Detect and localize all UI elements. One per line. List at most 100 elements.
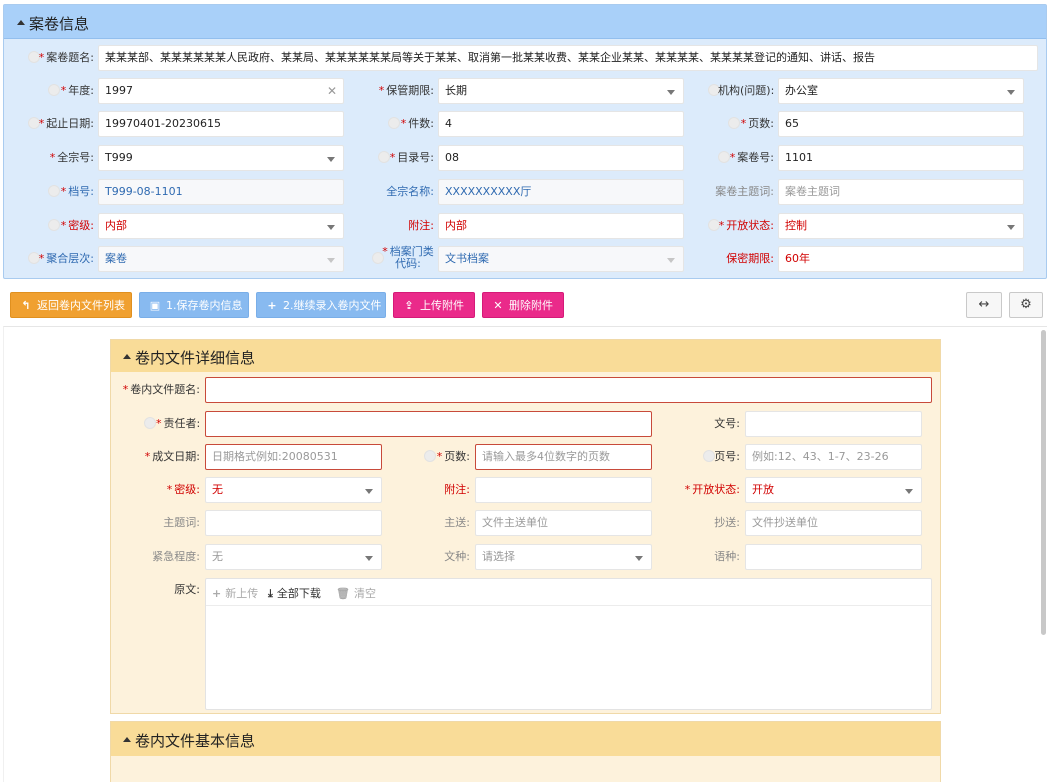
- date-range-field[interactable]: 19970401-20230615: [98, 111, 344, 137]
- save-button[interactable]: ▣ 1.保存卷内信息: [139, 292, 249, 318]
- chevron-down-icon: [667, 258, 675, 263]
- chevron-down-icon: [905, 489, 913, 494]
- basic-info-header[interactable]: 卷内文件基本信息: [111, 722, 940, 756]
- trash-icon: 🗑: [336, 587, 350, 600]
- continue-entry-button[interactable]: +2.继续录入卷内文件: [256, 292, 386, 318]
- scrollbar[interactable]: [1041, 330, 1046, 635]
- save-icon: ▣: [149, 299, 161, 312]
- retention-select[interactable]: 长期: [438, 78, 684, 104]
- panel-title: 案卷信息: [29, 15, 90, 33]
- catalog-field[interactable]: 08: [438, 145, 684, 171]
- new-upload-button[interactable]: + 新上传: [212, 585, 258, 601]
- org-label: 机构(问题):: [718, 84, 775, 97]
- detail-secret-label: * 密级:: [166, 483, 200, 496]
- close-icon: ✕: [493, 299, 503, 312]
- catalog-label: * 目录号:: [389, 151, 434, 164]
- note-field[interactable]: 内部: [438, 213, 684, 239]
- main-send-label: 主送:: [444, 516, 470, 529]
- collapse-icon[interactable]: [123, 737, 131, 742]
- volume-field[interactable]: 1101: [778, 145, 1024, 171]
- detail-secret-select[interactable]: 无: [205, 477, 382, 503]
- delete-attachment-button[interactable]: ✕ 删除附件: [482, 292, 564, 318]
- secret-select[interactable]: 内部: [98, 213, 344, 239]
- level-select: 案卷: [98, 246, 344, 272]
- chevron-down-icon: [1007, 225, 1015, 230]
- doc-type-select[interactable]: 请选择: [475, 544, 652, 570]
- pages-label: * 页数:: [740, 117, 774, 130]
- archive-info-header[interactable]: 案卷信息: [4, 5, 1046, 39]
- collapse-icon[interactable]: [17, 20, 25, 25]
- detail-header[interactable]: 卷内文件详细信息: [111, 340, 940, 372]
- archive-no-field: T999-08-1101: [98, 179, 344, 205]
- clear-icon[interactable]: ✕: [327, 79, 337, 103]
- upload-attachment-button[interactable]: ⇪ 上传附件: [393, 292, 475, 318]
- download-icon: ⤓: [268, 587, 273, 600]
- fonds-label: * 全宗号:: [49, 151, 94, 164]
- file-title-label: * 案卷题名:: [38, 51, 94, 64]
- chevron-down-icon: [327, 258, 335, 263]
- subject-field[interactable]: 案卷主题词: [778, 179, 1024, 205]
- back-to-list-button[interactable]: ↰ 返回卷内文件列表: [10, 292, 132, 318]
- urgency-label: 紧急程度:: [152, 550, 200, 563]
- pages-field[interactable]: 65: [778, 111, 1024, 137]
- org-select[interactable]: 办公室: [778, 78, 1024, 104]
- detail-title: 卷内文件详细信息: [135, 349, 256, 367]
- chevron-down-icon: [667, 90, 675, 95]
- secret-period-field[interactable]: 60年: [778, 246, 1024, 272]
- original-upload-box[interactable]: + 新上传 ⤓ 全部下载 🗑 清空: [205, 578, 932, 710]
- doc-no-label: 文号:: [714, 417, 740, 430]
- detail-note-field[interactable]: [475, 477, 652, 503]
- file-title-field[interactable]: 某某某部、某某某某某某人民政府、某某局、某某某某某某局等关于某某、取消第一批某某…: [98, 45, 1038, 71]
- language-field[interactable]: [745, 544, 922, 570]
- open-status-label: * 开放状态:: [718, 219, 774, 232]
- chevron-down-icon: [635, 556, 643, 561]
- language-label: 语种:: [714, 550, 740, 563]
- category-label: * 档案门类 代码:: [382, 245, 434, 270]
- download-all-button[interactable]: ⤓ 全部下载: [268, 585, 321, 601]
- chevron-down-icon: [1007, 90, 1015, 95]
- secret-label: * 密级:: [60, 219, 94, 232]
- archive-no-label: * 档号:: [60, 185, 94, 198]
- cc-field[interactable]: 文件抄送单位: [745, 510, 922, 536]
- cc-label: 抄送:: [714, 516, 740, 529]
- back-arrow-icon: ↰: [21, 299, 31, 312]
- detail-open-status-select[interactable]: 开放: [745, 477, 922, 503]
- page-no-field[interactable]: 例如:12、43、1-7、23-26: [745, 444, 922, 470]
- chevron-down-icon: [327, 225, 335, 230]
- count-field[interactable]: 4: [438, 111, 684, 137]
- year-field[interactable]: 1997 ✕: [98, 78, 344, 104]
- fonds-select[interactable]: T999: [98, 145, 344, 171]
- clear-button[interactable]: 🗑 清空: [336, 585, 376, 601]
- year-label: * 年度:: [60, 84, 94, 97]
- category-select: 文书档案: [438, 246, 684, 272]
- page-no-label: 页号:: [714, 450, 740, 463]
- doc-type-label: 文种:: [444, 550, 470, 563]
- plus-icon: +: [267, 299, 277, 312]
- detail-pages-field[interactable]: 请输入最多4位数字的页数: [475, 444, 652, 470]
- collapse-icon[interactable]: [123, 354, 131, 359]
- settings-button[interactable]: ⚙: [1009, 292, 1043, 318]
- retention-label: * 保管期限:: [378, 84, 434, 97]
- basic-info-title: 卷内文件基本信息: [135, 732, 256, 750]
- detail-note-label: 附注:: [444, 483, 470, 496]
- chevron-down-icon: [365, 556, 373, 561]
- date-field[interactable]: 日期格式例如:20080531: [205, 444, 382, 470]
- chevron-down-icon: [327, 157, 335, 162]
- horizontal-arrows-icon: ↔: [978, 297, 990, 312]
- secret-period-label: 保密期限:: [726, 252, 774, 265]
- upload-toolbar: + 新上传 ⤓ 全部下载 🗑 清空: [206, 579, 931, 606]
- doc-title-field[interactable]: [205, 377, 932, 403]
- open-status-select[interactable]: 控制: [778, 213, 1024, 239]
- detail-subject-field[interactable]: [205, 510, 382, 536]
- date-range-label: * 起止日期:: [38, 117, 94, 130]
- main-send-field[interactable]: 文件主送单位: [475, 510, 652, 536]
- urgency-select[interactable]: 无: [205, 544, 382, 570]
- upload-icon: ⇪: [404, 299, 414, 312]
- expand-width-button[interactable]: ↔: [966, 292, 1002, 318]
- doc-no-field[interactable]: [745, 411, 922, 437]
- responsible-field[interactable]: [205, 411, 652, 437]
- gear-icon: ⚙: [1020, 297, 1032, 312]
- radio-icon[interactable]: [144, 417, 156, 429]
- detail-pages-label: * 页数:: [436, 450, 470, 463]
- fonds-name-label: 全宗名称:: [386, 185, 434, 198]
